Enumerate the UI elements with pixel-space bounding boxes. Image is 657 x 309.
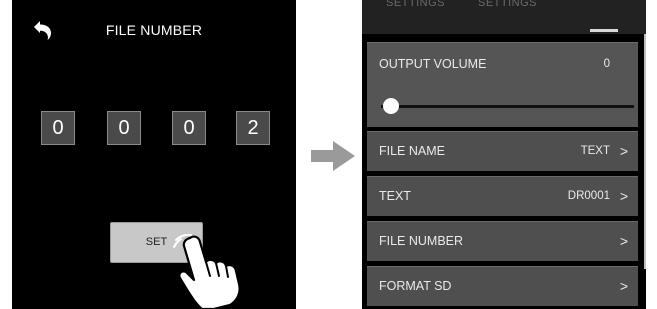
digit-4[interactable]: 2 [236, 111, 270, 145]
digit-2[interactable]: 0 [107, 111, 141, 145]
tab-settings-2[interactable]: SETTINGS [478, 0, 537, 9]
output-volume-label: OUTPUT VOLUME [379, 57, 487, 71]
screen-title: FILE NUMBER [105, 22, 203, 38]
digit-3[interactable]: 0 [172, 111, 206, 145]
menu-item-label: FILE NUMBER [379, 234, 464, 248]
right-arrow-icon [311, 141, 355, 171]
menu-item-label: FILE NAME [379, 144, 445, 158]
settings-screen: SETTINGS SETTINGS OUTPUT VOLUME 0 FILE N… [362, 0, 646, 309]
chevron-right-icon: > [619, 278, 628, 294]
tab-bar: SETTINGS SETTINGS [362, 0, 646, 34]
active-tab-indicator [590, 29, 618, 32]
output-volume-panel: OUTPUT VOLUME 0 [367, 42, 638, 127]
menu-item-text[interactable]: TEXT DR0001 > [367, 176, 638, 216]
menu-item-format-sd[interactable]: FORMAT SD > [367, 266, 638, 306]
menu-item-label: FORMAT SD [379, 279, 452, 293]
output-volume-slider-track[interactable] [381, 105, 634, 108]
file-number-screen: FILE NUMBER 0 0 0 2 SET [12, 0, 296, 309]
chevron-right-icon: > [619, 188, 628, 204]
menu-item-file-number[interactable]: FILE NUMBER > [367, 221, 638, 261]
pointing-hand-icon [173, 234, 241, 309]
tab-settings-1[interactable]: SETTINGS [386, 0, 445, 9]
chevron-right-icon: > [619, 143, 628, 159]
output-volume-value: 0 [603, 58, 610, 70]
chevron-right-icon: > [619, 233, 628, 249]
menu-item-value: DR0001 [567, 190, 610, 202]
scrollbar[interactable] [644, 34, 646, 269]
menu-item-label: TEXT [379, 189, 411, 203]
output-volume-slider-knob[interactable] [383, 98, 399, 114]
digit-1[interactable]: 0 [41, 111, 75, 145]
menu-item-file-name[interactable]: FILE NAME TEXT > [367, 131, 638, 171]
menu-item-value: TEXT [580, 145, 610, 157]
